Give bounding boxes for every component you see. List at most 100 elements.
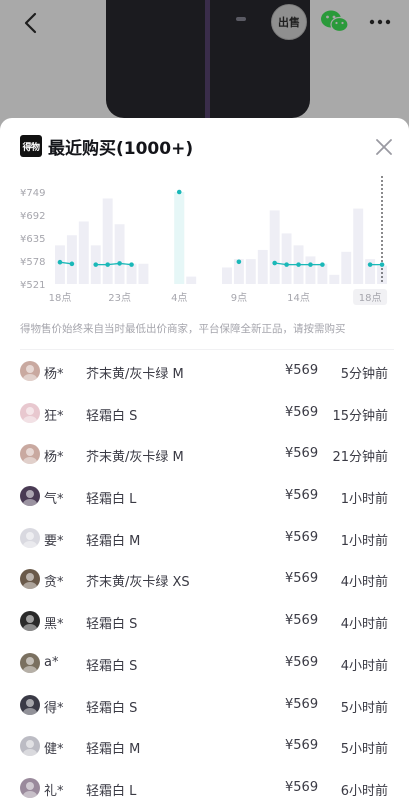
product-variant: 轻霜白 S <box>86 408 138 424</box>
purchase-price: ¥569 <box>285 738 319 754</box>
volume-bar <box>55 245 65 284</box>
avatar <box>20 652 40 673</box>
purchase-price: ¥569 <box>285 654 319 670</box>
volume-bar <box>222 267 232 284</box>
purchase-price: ¥569 <box>285 446 319 462</box>
y-tick-label: ¥635 <box>20 234 45 245</box>
recent-purchases-sheet: 得物 最近购买(1000+) ¥749 ¥692 ¥635 ¥578 ¥521 18点 23… <box>0 118 409 800</box>
avatar <box>20 611 40 632</box>
volume-bar <box>257 249 268 284</box>
purchase-time: 4小时前 <box>340 575 388 591</box>
price-disclaimer-note: 得物售价始终来自当时最低出价商家，平台保障全新正品，请按需购买 <box>20 323 346 335</box>
x-tick-label: 14点 <box>287 292 310 304</box>
price-point <box>379 262 385 267</box>
volume-bar <box>245 259 256 284</box>
product-variant: 轻霜白 L <box>86 783 137 799</box>
avatar <box>20 569 40 590</box>
purchase-time: 5小时前 <box>340 700 388 716</box>
buyer-name: 要* <box>44 533 64 549</box>
buyer-name: 健* <box>44 742 64 758</box>
purchase-time: 5小时前 <box>340 742 388 758</box>
product-variant: 轻霜白 M <box>86 742 141 758</box>
product-variant: 轻霜白 S <box>86 617 138 633</box>
purchase-time: 21分钟前 <box>332 450 388 466</box>
avatar <box>20 444 40 465</box>
purchase-time: 1小时前 <box>340 492 388 508</box>
buyer-name: 礼* <box>44 783 64 799</box>
y-tick-label: ¥521 <box>20 280 45 291</box>
chevron-left-icon <box>24 12 37 34</box>
wechat-share-button[interactable] <box>320 8 350 36</box>
product-variant: 轻霜白 S <box>86 700 138 716</box>
divider <box>20 349 394 350</box>
purchase-time: 4小时前 <box>340 617 388 633</box>
volume-bar <box>114 224 125 284</box>
price-point <box>236 259 242 265</box>
purchase-row: 礼* 轻霜白 L ¥569 6小时前 <box>0 768 409 800</box>
sell-button-label: 出售 <box>278 16 300 29</box>
top-bar: 出售 <box>0 0 409 46</box>
purchase-row: 黑* 轻霜白 S ¥569 4小时前 <box>0 601 409 643</box>
purchase-time: 4小时前 <box>340 658 388 674</box>
volume-bar <box>269 210 280 284</box>
volume-bar <box>353 208 364 284</box>
volume-bar <box>138 263 149 284</box>
purchase-price: ¥569 <box>285 779 319 795</box>
price-point <box>284 262 289 267</box>
purchase-time: 1小时前 <box>340 533 388 549</box>
purchase-price: ¥569 <box>285 363 319 378</box>
price-point <box>117 261 122 266</box>
more-options-button[interactable] <box>366 8 394 36</box>
volume-bar <box>341 251 352 284</box>
avatar <box>20 736 40 757</box>
price-point <box>176 189 182 195</box>
avatar <box>20 777 40 798</box>
avatar <box>20 402 40 423</box>
avatar <box>20 486 40 507</box>
buyer-name: 杨* <box>44 367 64 382</box>
purchase-row: 杨* 芥末黄/灰卡绿 M ¥569 5分钟前 <box>0 351 409 393</box>
product-variant: 轻霜白 S <box>86 658 138 674</box>
price-point <box>105 262 110 267</box>
product-variant: 轻霜白 M <box>86 533 141 549</box>
purchase-price: ¥569 <box>285 404 319 420</box>
purchase-time: 15分钟前 <box>332 408 388 424</box>
volume-bar <box>102 198 113 284</box>
purchase-row: 狂* 轻霜白 S ¥569 15分钟前 <box>0 393 409 435</box>
sell-button[interactable]: 出售 <box>271 4 307 40</box>
buyer-name: 得* <box>44 700 64 716</box>
price-point <box>93 262 99 267</box>
close-icon[interactable] <box>372 135 396 159</box>
purchase-time: 6小时前 <box>340 783 388 799</box>
volume-bar <box>66 235 77 284</box>
price-point <box>367 262 373 267</box>
x-tick-label: 9点 <box>231 292 247 304</box>
volume-bar <box>186 276 197 284</box>
purchase-price: ¥569 <box>285 488 319 504</box>
volume-bar <box>329 274 340 284</box>
purchase-row: 要* 轻霜白 M ¥569 1小时前 <box>0 518 409 560</box>
product-variant: 芥末黄/灰卡绿 M <box>86 367 184 382</box>
price-point <box>296 262 301 267</box>
buyer-name: 杨* <box>44 450 64 466</box>
dewu-logo: 得物 <box>20 135 42 157</box>
price-trend-chart[interactable]: ¥749 ¥692 ¥635 ¥578 ¥521 18点 23点 4点 9点 14点 18点 <box>18 176 392 308</box>
y-tick-label: ¥692 <box>20 211 45 222</box>
purchase-row: 得* 轻霜白 S ¥569 5小时前 <box>0 685 409 727</box>
back-button[interactable] <box>16 9 44 37</box>
product-variant: 轻霜白 L <box>86 492 137 508</box>
y-tick-label: ¥749 <box>20 188 45 199</box>
price-point <box>308 262 313 267</box>
buyer-name: 黑* <box>44 617 64 633</box>
volume-bar <box>305 256 316 284</box>
buyer-name: 狂* <box>44 408 64 424</box>
buyer-name: 气* <box>44 492 64 508</box>
wechat-icon <box>321 10 349 33</box>
purchase-row: 贪* 芥末黄/灰卡绿 XS ¥569 4小时前 <box>0 559 409 601</box>
product-variant: 芥末黄/灰卡绿 XS <box>86 575 190 591</box>
price-point <box>69 261 75 267</box>
purchase-list: 杨* 芥末黄/灰卡绿 M ¥569 5分钟前 狂* 轻霜白 S ¥569 15分钟前 杨* 芥末黄… <box>0 351 409 800</box>
purchase-time: 5分钟前 <box>340 367 388 382</box>
avatar <box>20 361 40 381</box>
purchase-row: 健* 轻霜白 M ¥569 5小时前 <box>0 726 409 768</box>
